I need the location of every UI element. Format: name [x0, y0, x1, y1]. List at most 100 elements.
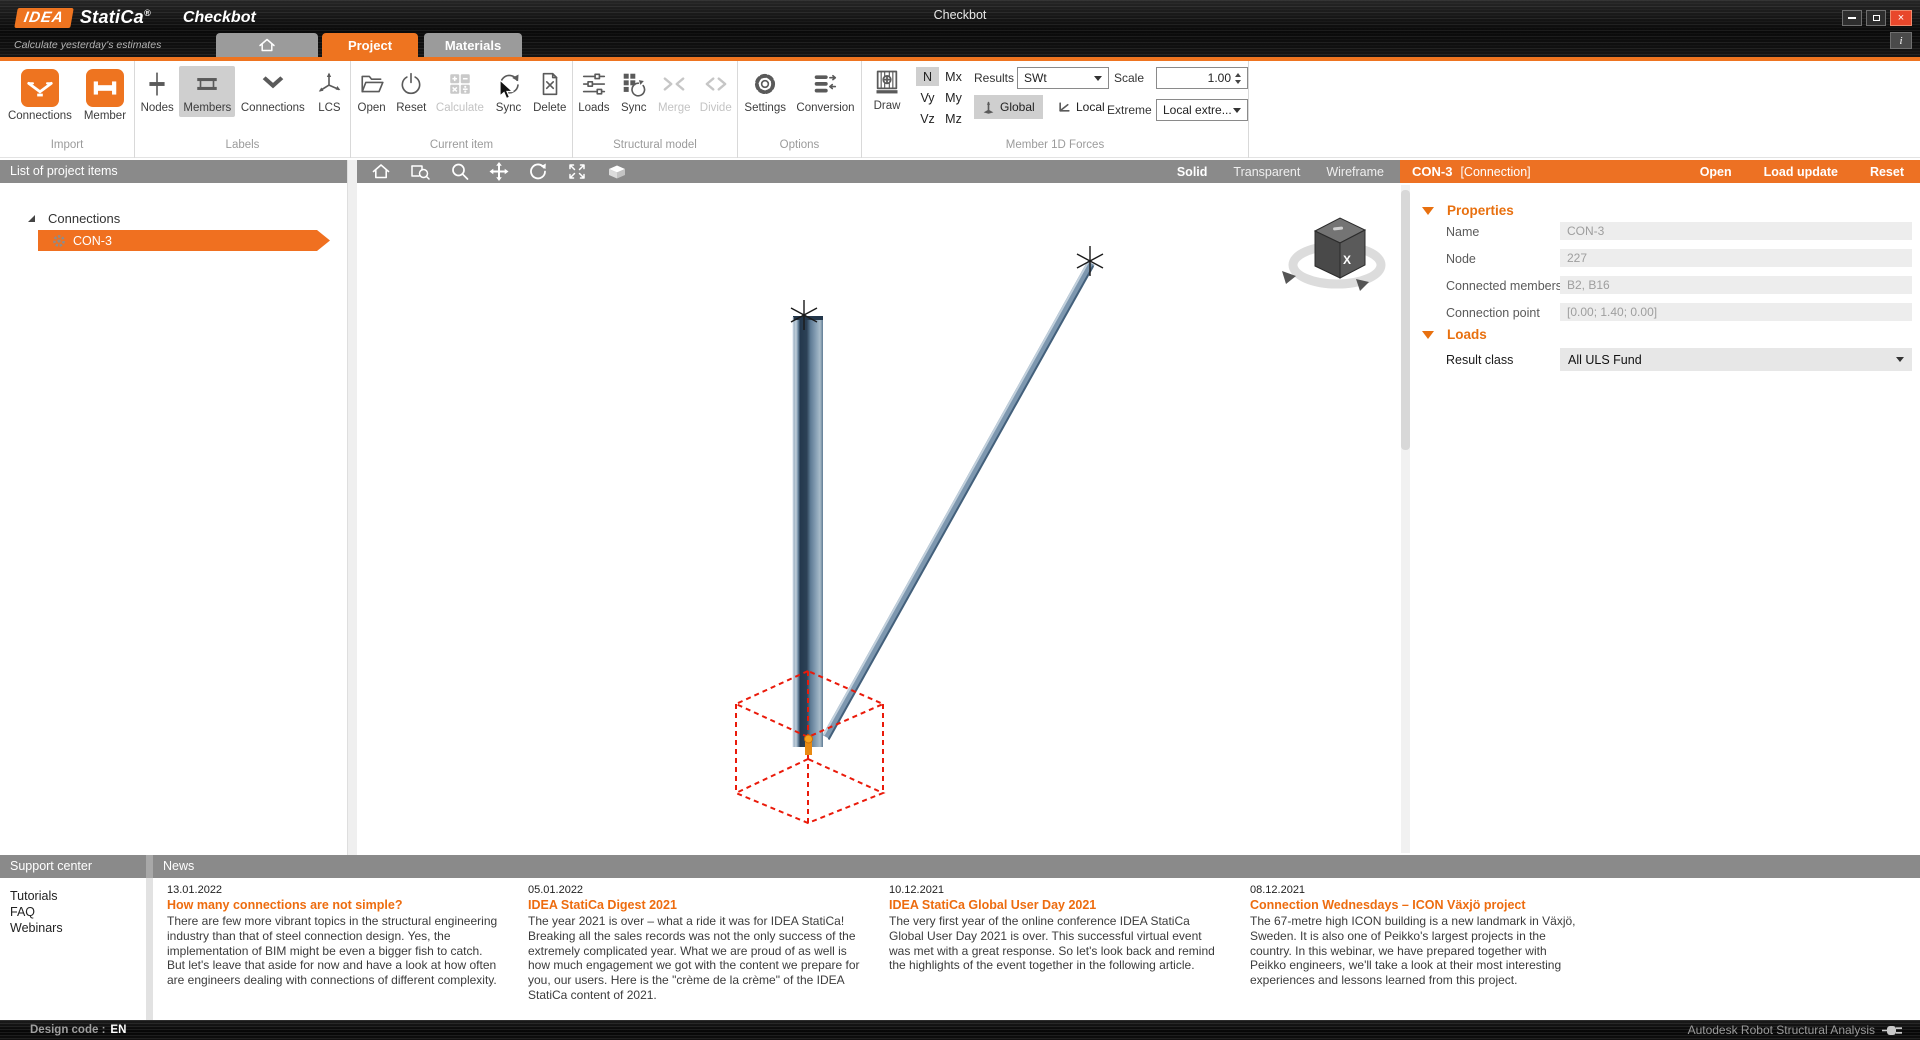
- rotate-icon[interactable]: [528, 162, 548, 181]
- news-date: 05.01.2022: [528, 884, 863, 896]
- draw-button[interactable]: Draw: [868, 64, 906, 115]
- news-excerpt: The year 2021 is over – what a ride it w…: [528, 914, 863, 1003]
- news-title-link[interactable]: IDEA StatiCa Digest 2021: [528, 898, 863, 912]
- force-toggle-mx[interactable]: Mx: [942, 67, 965, 86]
- import-member-button[interactable]: Member: [80, 66, 130, 125]
- news-title-link[interactable]: IDEA StatiCa Global User Day 2021: [889, 898, 1224, 912]
- right-panel-scrollbar[interactable]: [1401, 185, 1410, 853]
- connection-point-field[interactable]: [0.00; 1.40; 0.00]: [1560, 303, 1912, 321]
- results-label: Results: [974, 71, 1014, 85]
- load-update-button[interactable]: Load update: [1764, 165, 1838, 179]
- result-class-label: Result class: [1446, 353, 1513, 367]
- reset-button[interactable]: Reset: [392, 66, 430, 117]
- tab-home[interactable]: [216, 33, 318, 57]
- mode-solid[interactable]: Solid: [1177, 165, 1208, 179]
- connection-point-label: Connection point: [1446, 306, 1540, 320]
- news-title-link[interactable]: How many connections are not simple?: [167, 898, 502, 912]
- scrollbar-thumb[interactable]: [1401, 190, 1410, 450]
- connection-title: CON-3: [1412, 164, 1452, 179]
- faq-link[interactable]: FAQ: [10, 905, 146, 920]
- webinars-link[interactable]: Webinars: [10, 921, 146, 936]
- delete-button[interactable]: Delete: [529, 66, 570, 117]
- news-title-link[interactable]: Connection Wednesdays – ICON Växjö proje…: [1250, 898, 1585, 912]
- zoom-window-icon[interactable]: [410, 162, 431, 181]
- name-field[interactable]: CON-3: [1560, 222, 1912, 240]
- force-toggle-vz[interactable]: Vz: [916, 109, 939, 128]
- tab-materials[interactable]: Materials: [424, 33, 522, 57]
- node-marker-brace-top: [1077, 246, 1103, 276]
- connection-type: [Connection]: [1460, 165, 1530, 179]
- sync-structural-button[interactable]: Sync: [615, 66, 653, 117]
- extreme-caret-icon: [1233, 108, 1241, 113]
- loads-sliders-icon: [579, 69, 609, 99]
- connected-members-field[interactable]: B2, B16: [1560, 276, 1912, 294]
- force-toggle-n[interactable]: N: [916, 67, 939, 86]
- open-button[interactable]: Open: [353, 66, 391, 117]
- brace-member-b16[interactable]: [824, 261, 1093, 740]
- group-label-labels: Labels: [135, 139, 350, 158]
- force-toggle-mz[interactable]: Mz: [942, 109, 965, 128]
- force-toggle-vy[interactable]: Vy: [916, 88, 939, 107]
- result-class-value: All ULS Fund: [1568, 353, 1896, 367]
- reset-connection-button[interactable]: Reset: [1870, 165, 1904, 179]
- tab-project[interactable]: Project: [322, 33, 418, 57]
- maximize-button[interactable]: [1866, 10, 1886, 26]
- nodes-toggle-button[interactable]: Nodes: [137, 66, 178, 117]
- bottom-panel-divider: [146, 855, 153, 878]
- properties-section-header[interactable]: Properties: [1422, 203, 1514, 218]
- result-class-caret-icon: [1896, 357, 1904, 362]
- import-connections-button[interactable]: Connections: [4, 66, 76, 125]
- viewport-3d-canvas[interactable]: X: [357, 183, 1400, 855]
- left-panel-scrollbar[interactable]: [347, 160, 357, 855]
- divide-icon: [701, 69, 731, 99]
- conversion-button[interactable]: Conversion: [792, 66, 858, 117]
- info-button[interactable]: i: [1890, 32, 1912, 49]
- connections-toggle-button[interactable]: Connections: [237, 66, 309, 117]
- ribbon-group-labels: Nodes Members Connections LCS: [135, 61, 351, 158]
- tree-node-connections[interactable]: Connections: [28, 211, 120, 226]
- mode-wireframe[interactable]: Wireframe: [1326, 165, 1384, 179]
- design-code-value: EN: [110, 1024, 126, 1036]
- open-connection-button[interactable]: Open: [1700, 165, 1732, 179]
- news-excerpt: There are few more vibrant topics in the…: [167, 914, 502, 988]
- view-home-icon[interactable]: [371, 162, 391, 181]
- loads-section-header[interactable]: Loads: [1422, 327, 1487, 342]
- lcs-toggle-button[interactable]: LCS: [310, 66, 348, 117]
- tree-expander-icon[interactable]: [28, 215, 35, 222]
- news-date: 10.12.2021: [889, 884, 1224, 896]
- tutorials-link[interactable]: Tutorials: [10, 889, 146, 904]
- calculate-button[interactable]: Calculate: [432, 66, 488, 117]
- result-class-dropdown[interactable]: All ULS Fund: [1560, 348, 1912, 371]
- merge-icon: [659, 69, 689, 99]
- local-toggle[interactable]: Local: [1050, 95, 1113, 119]
- ribbon-group-import: Connections Member Import: [0, 61, 135, 158]
- render-mode-switch: Solid Transparent Wireframe: [1177, 165, 1384, 179]
- news-excerpt: The 67-metre high ICON building is a new…: [1250, 914, 1585, 988]
- extreme-dropdown[interactable]: Local extre...: [1156, 99, 1248, 121]
- scale-input[interactable]: 1.00: [1156, 67, 1248, 89]
- results-dropdown[interactable]: SWt: [1017, 67, 1109, 89]
- global-axes-icon: [982, 101, 995, 114]
- members-toggle-button[interactable]: Members: [179, 66, 235, 117]
- connection-point-marker[interactable]: [805, 735, 813, 755]
- loads-button[interactable]: Loads: [574, 66, 613, 117]
- close-button[interactable]: ×: [1890, 10, 1912, 26]
- news-date: 08.12.2021: [1250, 884, 1585, 896]
- scale-spinner[interactable]: [1235, 73, 1241, 84]
- merge-button[interactable]: Merge: [654, 66, 695, 117]
- mode-transparent[interactable]: Transparent: [1233, 165, 1300, 179]
- pan-icon[interactable]: [489, 162, 509, 181]
- settings-button[interactable]: Settings: [740, 66, 790, 117]
- force-toggle-my[interactable]: My: [942, 88, 965, 107]
- view-cube[interactable]: X: [1282, 218, 1381, 291]
- node-field[interactable]: 227: [1560, 249, 1912, 267]
- divide-button[interactable]: Divide: [696, 66, 736, 117]
- minimize-button[interactable]: [1842, 10, 1862, 26]
- node-label: Node: [1446, 252, 1476, 266]
- zoom-icon[interactable]: [450, 162, 470, 181]
- spin-up-icon: [1235, 73, 1241, 77]
- global-toggle[interactable]: Global: [974, 95, 1043, 119]
- zoom-fit-icon[interactable]: [567, 162, 587, 181]
- tree-item-con-3[interactable]: CON-3: [38, 230, 330, 251]
- solid-box-icon[interactable]: [606, 163, 628, 181]
